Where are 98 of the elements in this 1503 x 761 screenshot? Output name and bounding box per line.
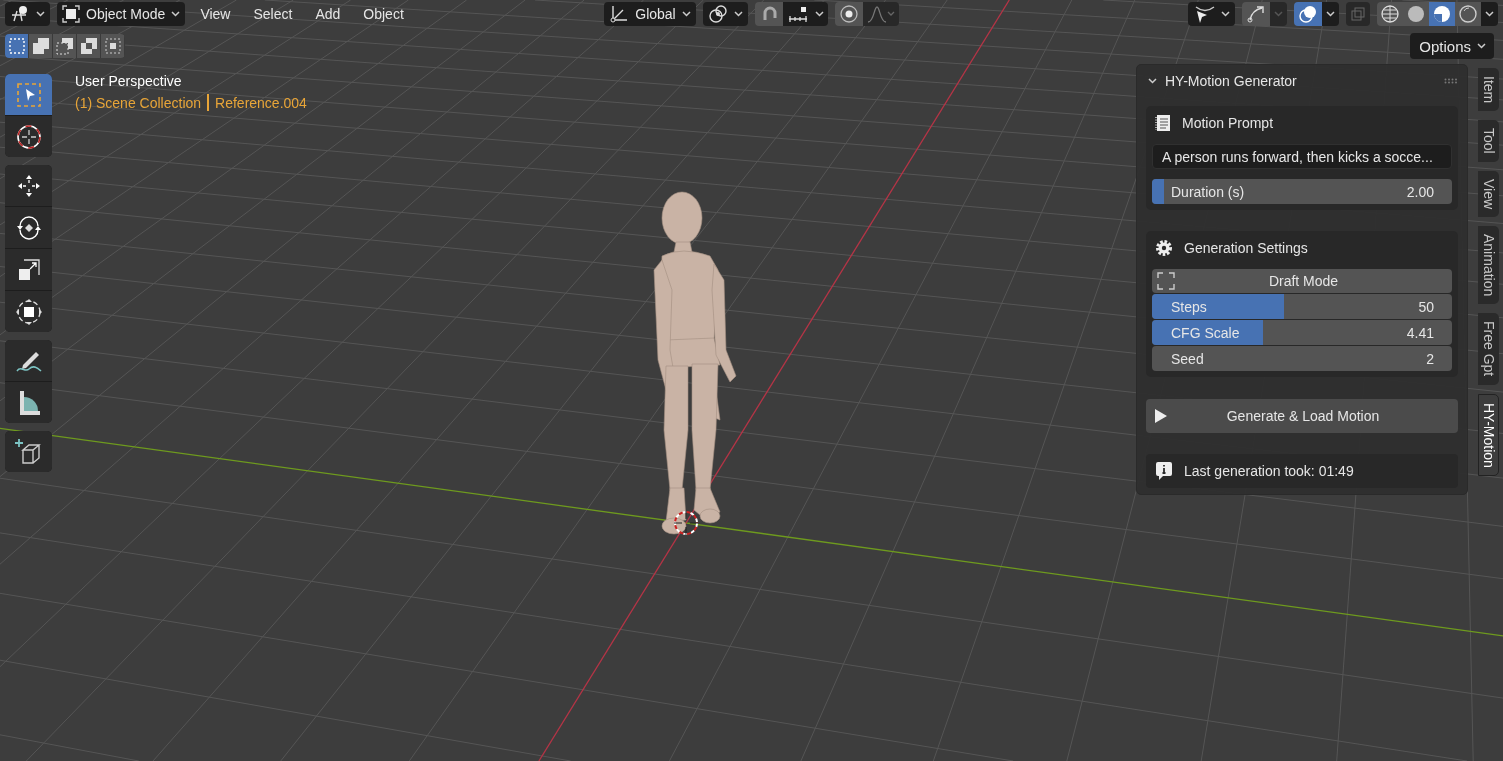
editor-type-button[interactable] [5, 2, 50, 26]
selection-mode-button[interactable] [53, 34, 77, 58]
xray-toggle[interactable] [1346, 2, 1370, 26]
sidebar-tab[interactable]: Item [1478, 68, 1499, 112]
generate-button[interactable]: Generate & Load Motion [1146, 399, 1458, 433]
value-slider[interactable]: Steps 50 [1152, 294, 1452, 319]
squares-icon [55, 37, 74, 55]
transform-icon [14, 297, 43, 326]
chevron-icon [1148, 77, 1157, 84]
selection-mode-button[interactable] [5, 34, 29, 58]
info-icon [1155, 461, 1173, 481]
falloff-curve-icon [866, 5, 895, 23]
selection-mode-button[interactable] [101, 34, 125, 58]
tool-button[interactable] [5, 382, 52, 423]
prompt-field[interactable]: A person runs forward, then kicks a socce... [1152, 144, 1452, 169]
chevron-icon [1274, 11, 1283, 17]
view-name: User Perspective [75, 73, 183, 89]
play-icon [1154, 408, 1168, 424]
notepad-icon [1155, 113, 1171, 132]
add-cube-icon [14, 437, 43, 466]
sidebar-tab[interactable]: View [1478, 170, 1499, 217]
brackets-icon [1157, 272, 1175, 290]
chevron-icon [171, 11, 181, 17]
section-heading: Generation Settings [1184, 239, 1308, 256]
shading-dropdown[interactable] [1481, 2, 1498, 26]
menu-item[interactable]: View [192, 2, 239, 26]
chevron-icon [1326, 11, 1335, 17]
tool-button[interactable] [5, 116, 52, 157]
material-sphere-icon [1433, 5, 1451, 23]
chevron-icon [733, 11, 743, 17]
viewport-icon [10, 5, 30, 23]
tool-button[interactable] [5, 431, 52, 472]
chevron-icon [681, 11, 691, 17]
rendered-sphere-icon [1459, 5, 1477, 23]
snap-target-dropdown[interactable] [782, 2, 828, 26]
cursor-arrow-icon [1193, 4, 1215, 24]
shading-button[interactable] [1455, 2, 1481, 26]
ruler-ticks-icon [786, 5, 809, 23]
chevron-icon [1485, 11, 1494, 17]
squares-icon [103, 37, 122, 55]
gear-icon [1155, 238, 1173, 257]
curved-arrow-icon [1246, 4, 1266, 24]
squares-icon [7, 37, 26, 55]
overlays-dropdown[interactable] [1322, 2, 1339, 26]
sidebar-tab[interactable]: HY-Motion [1478, 393, 1499, 477]
sidebar-tab[interactable]: Tool [1478, 120, 1499, 162]
draft-mode-toggle[interactable]: Draft Mode [1152, 269, 1452, 293]
squares-icon [31, 37, 50, 55]
proportional-editing-toggle[interactable] [834, 2, 863, 26]
info-text: Last generation took: 01:49 [1184, 463, 1354, 479]
overlapping-circles-icon [1298, 4, 1318, 24]
solid-sphere-icon [1407, 5, 1425, 23]
shading-button[interactable] [1403, 2, 1429, 26]
menu-item[interactable]: Add [307, 2, 349, 26]
object-name: Reference.004 [215, 94, 307, 111]
snap-toggle[interactable] [754, 2, 783, 26]
3d-cursor-icon [672, 509, 700, 537]
squares-icon [79, 37, 98, 55]
wireframe-sphere-icon [1381, 5, 1399, 23]
sidebar-tab[interactable]: Free Gpt [1478, 313, 1499, 385]
duration-slider[interactable]: Duration (s) 2.00 [1152, 179, 1452, 204]
chevron-icon [1477, 43, 1486, 49]
tool-button[interactable] [5, 291, 52, 332]
tool-button[interactable] [5, 165, 52, 206]
menu-item[interactable]: Object [355, 2, 412, 26]
options-dropdown[interactable]: Options [1410, 33, 1494, 59]
shading-button[interactable] [1377, 2, 1403, 26]
menu-item[interactable]: Select [245, 2, 301, 26]
tool-button[interactable] [5, 207, 52, 248]
chevron-icon [814, 11, 824, 17]
tool-button[interactable] [5, 249, 52, 290]
tool-button[interactable] [5, 340, 52, 381]
xray-squares-icon [1351, 7, 1365, 21]
pivot-dropdown[interactable] [702, 2, 748, 26]
select-box-icon [14, 80, 43, 109]
object-mode-icon [62, 5, 80, 23]
orientation-dropdown[interactable]: Global [604, 2, 696, 26]
select-gizmo-dropdown[interactable] [1188, 2, 1235, 26]
collection-name: (1) Scene Collection [75, 94, 202, 111]
cursor-icon [14, 122, 43, 151]
chevron-icon [36, 11, 45, 17]
mode-dropdown[interactable]: Object Mode [57, 2, 186, 26]
selection-mode-button[interactable] [77, 34, 101, 58]
sidebar-tab[interactable]: Animation [1478, 226, 1499, 305]
overlays-toggle[interactable] [1294, 2, 1322, 26]
shading-button[interactable] [1429, 2, 1455, 26]
axes-icon [609, 4, 630, 24]
target-circle-icon [838, 4, 859, 24]
linked-circles-icon [707, 4, 728, 24]
value-slider[interactable]: CFG Scale 4.41 [1152, 320, 1452, 345]
number-field[interactable]: Seed 2 [1152, 346, 1452, 371]
rotate-icon [14, 213, 43, 242]
section-heading: Motion Prompt [1182, 114, 1274, 131]
gizmo-toggle[interactable] [1242, 2, 1270, 26]
selection-mode-button[interactable] [29, 34, 53, 58]
panel-title: HY-Motion Generator [1165, 72, 1298, 89]
chevron-icon [1221, 11, 1230, 17]
drag-grip-icon [1444, 77, 1458, 84]
